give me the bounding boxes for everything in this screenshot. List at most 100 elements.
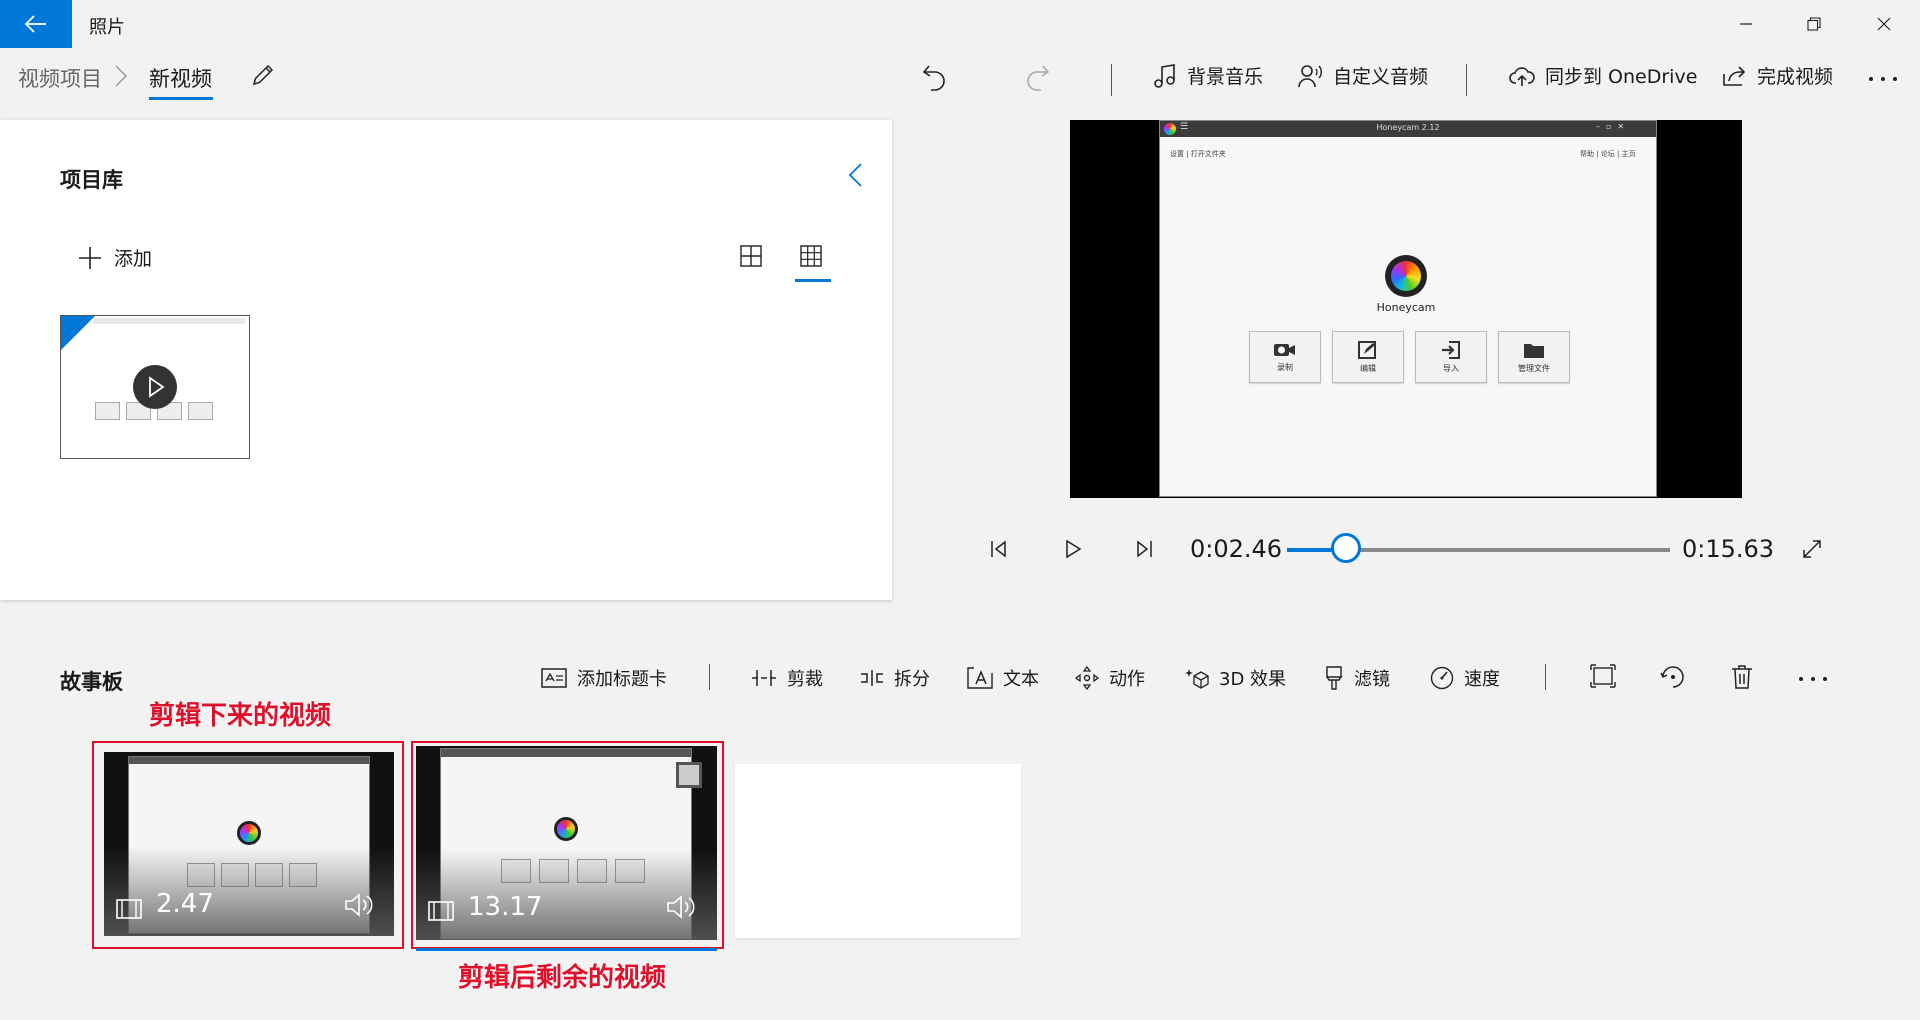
annotation-clip1-label: 剪辑下来的视频 [149, 701, 332, 731]
honeycam-window-title: Honeycam 2.12 [1376, 123, 1440, 132]
finish-video-button[interactable]: 完成视频 [1721, 62, 1833, 89]
undo-icon [922, 65, 945, 91]
3d-effects-button[interactable]: 3D 效果 [1185, 665, 1286, 691]
storyboard-divider [1545, 664, 1546, 690]
add-title-card-button[interactable]: 添加标题卡 [541, 665, 667, 691]
filters-button[interactable]: 滤镜 [1324, 665, 1390, 691]
redo-button[interactable] [1024, 62, 1050, 92]
filters-label: 滤镜 [1354, 669, 1390, 690]
volume-icon[interactable] [344, 892, 374, 918]
undo-button[interactable] [922, 62, 948, 92]
share-icon [1723, 65, 1746, 86]
honeycam-record-button: 录制 [1249, 331, 1321, 383]
preview-frame-honeycam-window: ☰ Honeycam 2.12 –▫✕ 设置 | 打开文件夹 帮助 | 论坛 |… [1159, 120, 1657, 497]
honeycam-import-button: 导入 [1415, 331, 1487, 383]
sync-onedrive-button[interactable]: 同步到 OneDrive [1509, 62, 1697, 89]
honeycam-edit-button: 编辑 [1332, 331, 1404, 383]
play-button[interactable] [1062, 538, 1084, 560]
motion-label: 动作 [1109, 669, 1145, 690]
redo-icon [1027, 65, 1050, 91]
restore-button[interactable] [1780, 0, 1848, 48]
text-button[interactable]: 文本 [967, 665, 1039, 691]
expand-icon [1803, 540, 1821, 558]
minimize-button[interactable] [1712, 0, 1780, 48]
rename-button[interactable] [250, 62, 276, 88]
custom-audio-label: 自定义音频 [1333, 66, 1429, 88]
speed-label: 速度 [1464, 669, 1500, 690]
trim-button[interactable]: 剪裁 [751, 665, 823, 691]
add-media-button[interactable]: 添加 [78, 244, 152, 271]
chevron-left-icon [848, 163, 862, 187]
honeycam-titlebar: ☰ Honeycam 2.12 –▫✕ [1160, 121, 1656, 137]
volume-icon[interactable] [666, 894, 696, 920]
honeycam-manage-files-button: 管理文件 [1498, 331, 1570, 383]
grid-large-icon [740, 245, 762, 267]
breadcrumb-new-video[interactable]: 新视频 [149, 63, 212, 93]
toolbar-divider [1111, 64, 1112, 96]
clip-app-logo-icon [237, 821, 261, 845]
annotation-clip2-label: 剪辑后剩余的视频 [458, 963, 667, 993]
edit-image-icon [1358, 340, 1376, 359]
storyboard-clip-2[interactable]: 13.17 [416, 746, 717, 940]
total-time: 0:15.63 [1682, 535, 1775, 563]
music-note-icon [1154, 63, 1175, 88]
delete-button[interactable] [1731, 664, 1753, 690]
film-strip-icon [116, 898, 142, 920]
previous-frame-button[interactable] [988, 538, 1010, 560]
close-button[interactable] [1850, 0, 1918, 48]
view-large-grid-button[interactable] [740, 245, 762, 267]
clip-overlay [104, 846, 394, 936]
step-forward-icon [1137, 540, 1152, 558]
clip-select-checkbox[interactable] [676, 762, 702, 788]
library-media-item[interactable] [60, 315, 250, 459]
split-label: 拆分 [894, 669, 930, 690]
split-icon [861, 670, 883, 686]
paintbrush-icon [1325, 666, 1343, 690]
more-options-button[interactable] [1868, 76, 1898, 82]
trash-icon [1732, 665, 1752, 689]
text-label: 文本 [1003, 669, 1039, 690]
view-small-grid-button[interactable] [800, 245, 822, 267]
background-music-label: 背景音乐 [1187, 66, 1264, 88]
play-circle-icon[interactable] [132, 364, 178, 410]
add-title-card-label: 添加标题卡 [577, 669, 667, 690]
clip-selected-indicator [416, 948, 717, 951]
rotate-button[interactable] [1660, 664, 1686, 690]
breadcrumb-video-projects[interactable]: 视频项目 [18, 63, 102, 93]
storyboard-clip-1[interactable]: 2.47 [104, 752, 394, 936]
3d-effects-icon [1185, 669, 1209, 689]
honeycam-menu-right: 帮助 | 论坛 | 主页 [1580, 150, 1636, 158]
storyboard-empty-slot[interactable] [735, 764, 1021, 938]
plus-icon [79, 246, 101, 269]
next-frame-button[interactable] [1133, 538, 1155, 560]
motion-button[interactable]: 动作 [1075, 665, 1145, 691]
folder-icon [1524, 343, 1544, 358]
pencil-icon [252, 64, 274, 86]
background-music-button[interactable]: 背景音乐 [1153, 62, 1263, 89]
storyboard-more-button[interactable] [1798, 676, 1828, 682]
more-dots-icon [1799, 677, 1827, 681]
fullscreen-button[interactable] [1801, 538, 1823, 560]
speedometer-icon [1430, 666, 1454, 690]
resize-icon [1590, 664, 1616, 688]
rotate-icon [1660, 666, 1684, 688]
close-icon [1877, 17, 1891, 31]
resize-button[interactable] [1590, 664, 1616, 688]
storyboard-title: 故事板 [60, 670, 123, 694]
person-audio-icon [1298, 64, 1322, 87]
collapse-library-button[interactable] [848, 162, 864, 188]
thumbnail-titlebar [93, 318, 245, 324]
speed-button[interactable]: 速度 [1430, 665, 1500, 691]
more-dots-icon [1869, 77, 1897, 81]
view-selected-indicator [795, 279, 831, 282]
breadcrumb-underline [149, 97, 213, 100]
trim-label: 剪裁 [787, 669, 823, 690]
split-button[interactable]: 拆分 [860, 665, 930, 691]
seek-bar-thumb[interactable] [1331, 533, 1362, 563]
minimize-icon [1740, 23, 1752, 25]
back-button[interactable] [0, 0, 72, 48]
title-card-icon [541, 668, 567, 688]
honeycam-app-name: Honeycam [1376, 301, 1436, 314]
custom-audio-button[interactable]: 自定义音频 [1297, 62, 1428, 89]
trim-icon [752, 670, 776, 686]
